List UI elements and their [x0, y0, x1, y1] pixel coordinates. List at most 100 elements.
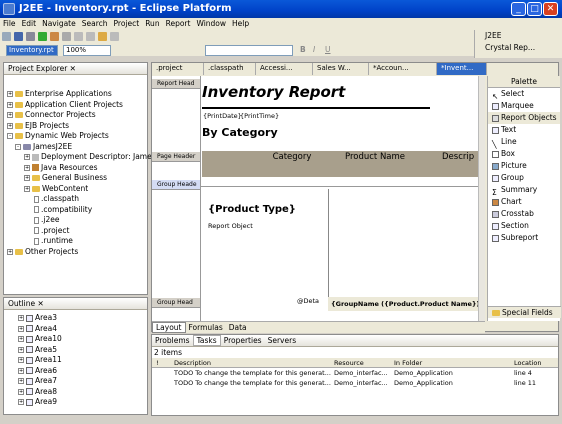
save-icon[interactable]	[14, 32, 23, 41]
tree-item[interactable]: + Other Projects	[4, 247, 147, 258]
outline-item[interactable]: + Area8	[18, 387, 147, 398]
menu-search[interactable]: Search	[79, 18, 111, 30]
palette-marquee[interactable]: Marquee	[488, 100, 560, 112]
palette-special-fields[interactable]: Special Fields	[488, 306, 561, 318]
report-header-band[interactable]: Report Head	[152, 79, 200, 89]
editor-tab[interactable]: .project	[152, 63, 204, 75]
tree-item[interactable]: - Dynamic Web Projects	[4, 131, 147, 142]
project-explorer-tab[interactable]: Project Explorer ✕	[4, 63, 147, 75]
menu-file[interactable]: File	[0, 18, 19, 30]
outline-item[interactable]: + Area3	[18, 313, 147, 324]
task-row[interactable]: TODO To change the template for this gen…	[152, 368, 558, 378]
palette-line[interactable]: ╲ Line	[488, 136, 560, 149]
description-column-header[interactable]: Descrip	[442, 151, 474, 163]
font-select[interactable]	[205, 45, 293, 56]
print-time-field[interactable]: {PrintTime}	[240, 112, 279, 120]
task-row[interactable]: TODO To change the template for this gen…	[152, 378, 558, 388]
group-header-band-2[interactable]: Group Head	[152, 298, 200, 308]
outline-item[interactable]: + Area10	[18, 334, 147, 345]
product-type-field[interactable]: {Product Type}	[208, 204, 296, 215]
tree-item[interactable]: + EJB Projects	[4, 121, 147, 132]
editor-tab[interactable]: Accessi...	[256, 63, 313, 75]
editor-tab[interactable]: Sales W...	[313, 63, 369, 75]
outline-item[interactable]: + Area5	[18, 345, 147, 356]
menu-project[interactable]: Project	[111, 18, 143, 30]
tree-item[interactable]: + WebContent	[4, 184, 147, 195]
editor-vertical-scrollbar[interactable]	[478, 76, 485, 321]
formulas-tab[interactable]: Formulas	[186, 323, 226, 332]
menu-edit[interactable]: Edit	[19, 18, 40, 30]
outline-item[interactable]: + Area7	[18, 376, 147, 387]
tree-item[interactable]: + Application Client Projects	[4, 100, 147, 111]
tree-item[interactable]: - JamesJ2EE	[4, 142, 147, 153]
layout2-icon[interactable]	[86, 32, 95, 41]
layout-tab[interactable]: Layout	[152, 322, 186, 333]
tree-item[interactable]: .compatibility	[4, 205, 147, 216]
editor-tab-active[interactable]: *Invent...	[437, 63, 487, 75]
perspective-j2ee[interactable]: J2EE	[475, 30, 562, 42]
deta-field[interactable]: @Deta	[297, 297, 319, 305]
underline-icon[interactable]: U	[325, 45, 331, 54]
editor-tab[interactable]: .classpath	[204, 63, 256, 75]
menu-navigate[interactable]: Navigate	[39, 18, 79, 30]
editor-tab[interactable]: *Accoun...	[369, 63, 437, 75]
close-button[interactable]: ✕	[543, 2, 558, 16]
product-name-column-header[interactable]: Product Name	[330, 151, 420, 163]
tree-item[interactable]: + Java Resources	[4, 163, 147, 174]
tree-item[interactable]: + General Business	[4, 173, 147, 184]
tree-item[interactable]: .runtime	[4, 236, 147, 247]
bold-icon[interactable]: B	[300, 45, 306, 54]
subreport-object[interactable]: Report Object	[208, 222, 253, 230]
data-tab[interactable]: Data	[226, 323, 250, 332]
tree-item[interactable]: + Connector Projects	[4, 110, 147, 121]
file-select[interactable]: Inventory.rpt	[6, 45, 58, 56]
perspective-crystal[interactable]: Crystal Rep...	[475, 42, 562, 54]
palette-subreport[interactable]: Subreport	[488, 232, 560, 244]
outline-tab[interactable]: Outline ✕	[4, 298, 147, 310]
palette-box[interactable]: Box	[488, 148, 560, 160]
italic-icon[interactable]: I	[313, 45, 315, 54]
tree-item[interactable]: .j2ee	[4, 215, 147, 226]
tree-item[interactable]: .project	[4, 226, 147, 237]
new-icon[interactable]	[2, 32, 11, 41]
category-column-header[interactable]: Category	[247, 151, 337, 163]
group-name-field[interactable]: {GroupName ({Product.Product Name})}	[328, 297, 478, 311]
problems-tab[interactable]: Problems	[152, 336, 193, 345]
outline-item[interactable]: + Area9	[18, 397, 147, 408]
palette-picture[interactable]: Picture	[488, 160, 560, 172]
palette-text[interactable]: Text	[488, 124, 560, 136]
minimize-button[interactable]: _	[511, 2, 526, 16]
palette-report-objects[interactable]: Report Objects	[488, 112, 560, 124]
report-subtitle[interactable]: By Category	[202, 126, 278, 139]
print-icon[interactable]	[26, 32, 35, 41]
maximize-button[interactable]: □	[527, 2, 542, 16]
palette-chart[interactable]: Chart	[488, 196, 560, 208]
tree-item[interactable]: .classpath	[4, 194, 147, 205]
zoom-select[interactable]: 100%	[63, 45, 111, 56]
forward-icon[interactable]	[110, 32, 119, 41]
outline-item[interactable]: + Area6	[18, 366, 147, 377]
menu-report[interactable]: Report	[163, 18, 194, 30]
layout-icon[interactable]	[74, 32, 83, 41]
menu-help[interactable]: Help	[229, 18, 252, 30]
page-header-band[interactable]: Page Header	[152, 152, 200, 162]
palette-crosstab[interactable]: Crosstab	[488, 208, 560, 220]
menu-run[interactable]: Run	[142, 18, 162, 30]
palette-section[interactable]: Section	[488, 220, 560, 232]
palette-select[interactable]: ↖ Select	[488, 88, 560, 101]
search-icon[interactable]	[62, 32, 71, 41]
report-title[interactable]: Inventory Report	[202, 83, 345, 101]
properties-tab[interactable]: Properties	[221, 336, 265, 345]
menu-window[interactable]: Window	[193, 18, 229, 30]
print-date-field[interactable]: {PrintDate}	[203, 112, 242, 120]
outline-item[interactable]: + Area4	[18, 324, 147, 335]
tasks-tab[interactable]: Tasks	[192, 335, 221, 346]
servers-tab[interactable]: Servers	[265, 336, 300, 345]
palette-summary[interactable]: Σ Summary	[488, 184, 560, 197]
group-header-band[interactable]: Group Heade	[152, 180, 200, 190]
run-icon[interactable]	[38, 32, 47, 41]
tree-item[interactable]: + Deployment Descriptor: JamesJ	[4, 152, 158, 163]
outline-item[interactable]: + Area11	[18, 355, 147, 366]
debug-icon[interactable]	[50, 32, 59, 41]
back-icon[interactable]	[98, 32, 107, 41]
